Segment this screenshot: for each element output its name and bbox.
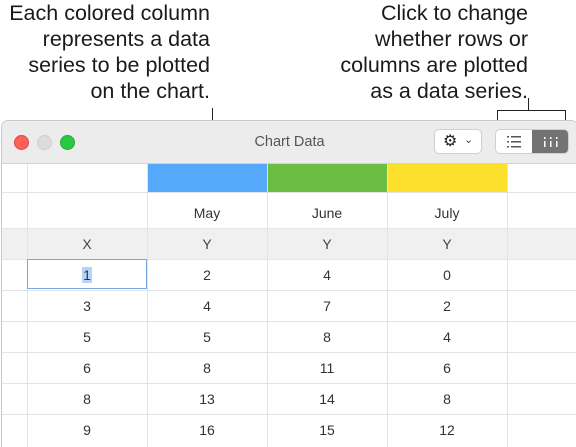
window-title: Chart Data [254,134,325,150]
selected-cell-outline [27,259,147,289]
leader-line-right [528,98,529,110]
table-cell[interactable]: 5 [27,322,147,353]
callout-line: whether rows or [375,27,528,51]
table-cell[interactable]: 9 [27,415,147,446]
callout-line: represents a data [42,27,210,51]
column-header-y[interactable]: Y [387,229,507,259]
chevron-down-icon: ⌄ [464,134,474,146]
table-cell[interactable]: 16 [147,415,267,446]
table-cell[interactable]: 8 [27,384,147,415]
leader-bracket-right [497,110,566,111]
table-cell[interactable]: 8 [387,384,507,415]
series-color-july[interactable] [387,164,507,192]
series-name-cell[interactable]: May [147,198,267,229]
title-bar: Chart Data ⚙ ⌄ [2,121,576,164]
table-cell[interactable]: 8 [267,322,387,353]
chart-data-window: Chart Data ⚙ ⌄ May June July X Y Y Y 1 2… [1,120,576,447]
leader-bracket-left-tick [497,110,498,120]
series-color-june[interactable] [267,164,387,192]
column-header-y[interactable]: Y [267,229,387,259]
table-cell[interactable]: 12 [387,415,507,446]
plot-rows-columns-toggle[interactable] [495,129,569,154]
callout-line: Each colored column [9,1,210,25]
table-cell[interactable]: 5 [147,322,267,353]
column-header-x[interactable]: X [27,229,147,259]
table-cell[interactable]: 15 [267,415,387,446]
plot-columns-button[interactable] [532,130,568,153]
series-color-may[interactable] [147,164,267,192]
table-cell[interactable]: 4 [147,291,267,322]
callout-line: as a data series. [370,79,528,103]
gear-menu-button[interactable]: ⚙ ⌄ [434,129,482,154]
series-name-cell[interactable]: July [387,198,507,229]
table-cell[interactable]: 4 [267,260,387,291]
table-cell[interactable]: 13 [147,384,267,415]
grid-line [2,192,576,193]
table-cell[interactable]: 2 [387,291,507,322]
table-cell[interactable]: 0 [387,260,507,291]
callout-plot-toggle: Click to change whether rows or columns … [278,0,528,104]
table-cell[interactable]: 3 [27,291,147,322]
columns-icon [544,137,558,147]
callout-line: on the chart. [90,79,210,103]
plot-rows-button[interactable] [496,130,532,153]
table-cell[interactable]: 8 [147,353,267,384]
series-name-cell[interactable]: June [267,198,387,229]
table-cell[interactable]: 14 [267,384,387,415]
column-header-y[interactable]: Y [147,229,267,259]
table-cell[interactable]: 2 [147,260,267,291]
grid-line [507,164,508,447]
table-cell[interactable]: 4 [387,322,507,353]
callout-line: columns are plotted [340,53,528,77]
callout-line: Click to change [381,1,528,25]
leader-bracket-right-tick [565,110,566,120]
list-rows-icon [507,136,521,148]
table-cell[interactable]: 6 [27,353,147,384]
gear-icon: ⚙ [443,133,458,150]
callout-line: series to be plotted [28,53,210,77]
table-cell[interactable]: 7 [267,291,387,322]
table-cell[interactable]: 6 [387,353,507,384]
table-cell[interactable]: 11 [267,353,387,384]
callout-series-columns: Each colored column represents a data se… [0,0,210,104]
